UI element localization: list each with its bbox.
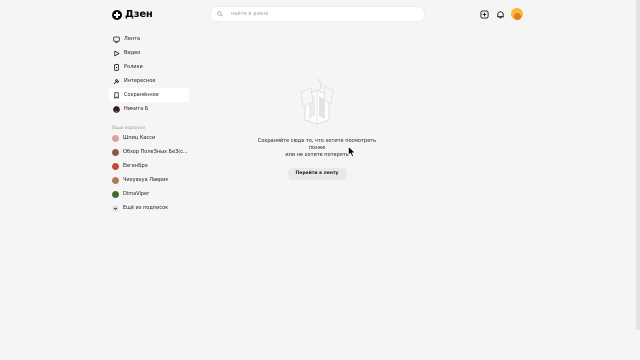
subscriptions-title: Ваши подписки xyxy=(112,125,145,130)
sidebar-item-interesting[interactable]: Интересное xyxy=(109,74,189,88)
sidebar-item-video[interactable]: Видео xyxy=(109,46,189,60)
mouse-cursor-icon xyxy=(348,146,356,157)
sidebar-item-label: Интересное xyxy=(124,78,156,84)
search-bar[interactable] xyxy=(211,7,424,21)
sidebar-item-label: Никита Б xyxy=(124,106,149,112)
chevron-down-icon xyxy=(112,204,119,212)
empty-state-line-2: или не хотите потерять xyxy=(285,152,349,158)
bookmark-icon xyxy=(113,91,120,99)
interesting-icon xyxy=(113,78,120,85)
channel-avatar xyxy=(112,134,119,142)
sidebar-item-feed[interactable]: Лента xyxy=(109,32,189,46)
subscription-item[interactable]: ЕвгенБро xyxy=(109,159,189,173)
subscription-item[interactable]: DimaViper xyxy=(109,187,189,201)
saved-empty-illustration xyxy=(300,78,334,125)
more-subscriptions-button[interactable]: Ещё из подписок xyxy=(109,201,189,215)
channel-avatar xyxy=(112,148,119,156)
dzen-logo-icon xyxy=(112,9,122,20)
sidebar-item-label: Сохранённое xyxy=(124,92,159,98)
channel-avatar xyxy=(112,176,119,184)
empty-state-line-1: Сохраняйте сюда то, что хотите посмотрет… xyxy=(257,138,377,151)
empty-state: Сохраняйте сюда то, что хотите посмотрет… xyxy=(250,76,384,180)
video-icon xyxy=(113,50,120,57)
create-post-button[interactable] xyxy=(478,8,490,20)
sidebar-nav: Лента Видео Ролики Интересное Сохранённо… xyxy=(109,32,189,116)
logo-text: Дзен xyxy=(125,9,153,20)
go-to-feed-button[interactable]: Перейти в ленту xyxy=(287,168,347,180)
logo[interactable]: Дзен xyxy=(112,8,153,21)
profile-avatar xyxy=(113,105,120,113)
sidebar-item-label: Ролики xyxy=(124,64,143,70)
subscriptions-list: Шпиц Касси Обзор ПолеЗных БеЗ(с... Евген… xyxy=(109,131,189,215)
search-input[interactable] xyxy=(231,11,401,17)
more-subscriptions-label: Ещё из подписок xyxy=(123,205,169,211)
bell-icon xyxy=(496,10,504,18)
subscription-label: Обзор ПолеЗных БеЗ(с... xyxy=(123,149,188,155)
sidebar-item-label: Лента xyxy=(124,36,141,42)
sidebar-item-profile[interactable]: Никита Б xyxy=(109,102,189,116)
notifications-button[interactable] xyxy=(494,8,506,20)
sidebar-item-saved[interactable]: Сохранённое xyxy=(109,88,189,102)
channel-avatar xyxy=(112,162,119,170)
sidebar-item-shorts[interactable]: Ролики xyxy=(109,60,189,74)
subscription-label: DimaViper xyxy=(123,191,150,197)
shorts-icon xyxy=(113,63,120,71)
search-icon xyxy=(217,11,223,17)
scrollbar[interactable] xyxy=(636,0,640,330)
feed-icon xyxy=(113,36,120,43)
subscription-label: ЕвгенБро xyxy=(123,163,148,169)
subscription-item[interactable]: Чихуахуа Лаврик xyxy=(109,173,189,187)
subscription-item[interactable]: Шпиц Касси xyxy=(109,131,189,145)
subscription-item[interactable]: Обзор ПолеЗных БеЗ(с... xyxy=(109,145,189,159)
empty-state-text: Сохраняйте сюда то, что хотите посмотрет… xyxy=(250,138,384,159)
subscription-label: Чихуахуа Лаврик xyxy=(123,177,169,183)
user-avatar[interactable] xyxy=(511,8,523,20)
channel-avatar xyxy=(112,190,119,198)
plus-square-icon xyxy=(479,9,489,19)
subscription-label: Шпиц Касси xyxy=(123,135,156,141)
sidebar-item-label: Видео xyxy=(124,50,141,56)
